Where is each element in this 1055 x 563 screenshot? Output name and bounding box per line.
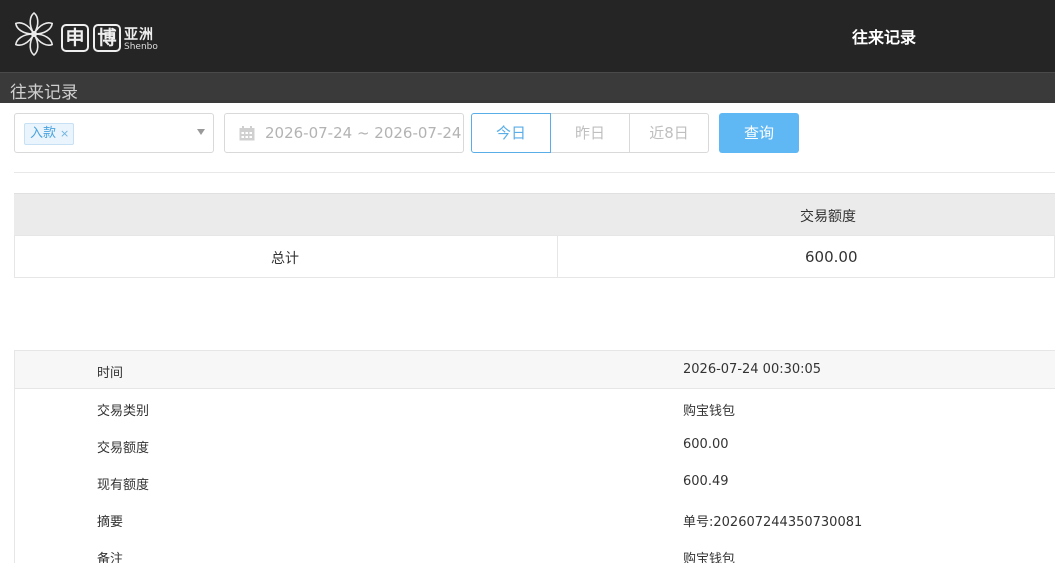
detail-key: 摘要 — [97, 515, 124, 530]
detail-key: 交易类别 — [97, 404, 150, 419]
summary-col-amount: 交易额度 — [800, 209, 856, 225]
flower-logo-icon — [14, 11, 54, 57]
detail-value: 600.49 — [683, 474, 729, 489]
detail-key: 现有额度 — [97, 478, 150, 493]
logo-char-2: 博 — [93, 24, 121, 52]
detail-key: 时间 — [97, 366, 124, 381]
detail-value: 购宝钱包 — [683, 552, 736, 563]
transaction-type-select[interactable]: 入款 × — [14, 113, 214, 153]
detail-value: 单号:202607244350730081 — [683, 515, 863, 530]
last-8-days-button[interactable]: 近8日 — [629, 113, 709, 153]
yesterday-button[interactable]: 昨日 — [550, 113, 630, 153]
date-range-text: 2026-07-24 ~ 2026-07-24 — [265, 124, 462, 142]
summary-total-label: 总计 — [271, 251, 299, 267]
detail-value: 600.00 — [683, 437, 729, 452]
column-separator — [557, 236, 558, 277]
detail-row: 交易额度 600.00 — [15, 426, 1055, 463]
section-title: 往来记录 — [10, 83, 78, 103]
selected-type-label: 入款 — [30, 126, 57, 141]
top-header: 申 博 亚洲 Shenbo 往来记录 — [0, 0, 1055, 72]
calendar-icon — [239, 126, 255, 141]
logo-cn-text: 亚洲 — [124, 27, 154, 43]
detail-value: 购宝钱包 — [683, 404, 736, 419]
detail-key: 交易额度 — [97, 441, 150, 456]
detail-row: 摘要 单号:202607244350730081 — [15, 500, 1055, 537]
selected-type-tag: 入款 × — [24, 123, 75, 145]
remove-tag-icon[interactable]: × — [60, 127, 69, 140]
chevron-down-icon — [197, 129, 205, 135]
detail-row: 时间 2026-07-24 00:30:05 — [15, 351, 1055, 389]
detail-row: 交易类别 购宝钱包 — [15, 389, 1055, 426]
today-button[interactable]: 今日 — [471, 113, 551, 153]
date-range-picker[interactable]: 2026-07-24 ~ 2026-07-24 — [224, 113, 464, 153]
detail-row: 现有额度 600.49 — [15, 463, 1055, 500]
page-title: 往来记录 — [852, 28, 917, 47]
detail-value: 2026-07-24 00:30:05 — [683, 362, 822, 377]
summary-total-value: 600.00 — [805, 248, 858, 266]
divider — [14, 172, 1055, 173]
detail-row: 备注 购宝钱包 — [15, 537, 1055, 563]
logo-char-1: 申 — [61, 24, 89, 52]
query-button[interactable]: 查询 — [719, 113, 799, 153]
shenbo-logo[interactable]: 申 博 亚洲 Shenbo — [10, 10, 170, 62]
summary-total-row: 总计 600.00 — [14, 235, 1055, 278]
detail-key: 备注 — [97, 552, 124, 563]
transaction-detail-table: 时间 2026-07-24 00:30:05 交易类别 购宝钱包 交易额度 60… — [14, 350, 1055, 563]
section-bar: 往来记录 — [0, 72, 1055, 103]
summary-table-header: 交易额度 — [14, 193, 1055, 235]
logo-en-text: Shenbo — [124, 42, 158, 52]
quick-range-group: 今日 昨日 近8日 — [471, 113, 709, 153]
